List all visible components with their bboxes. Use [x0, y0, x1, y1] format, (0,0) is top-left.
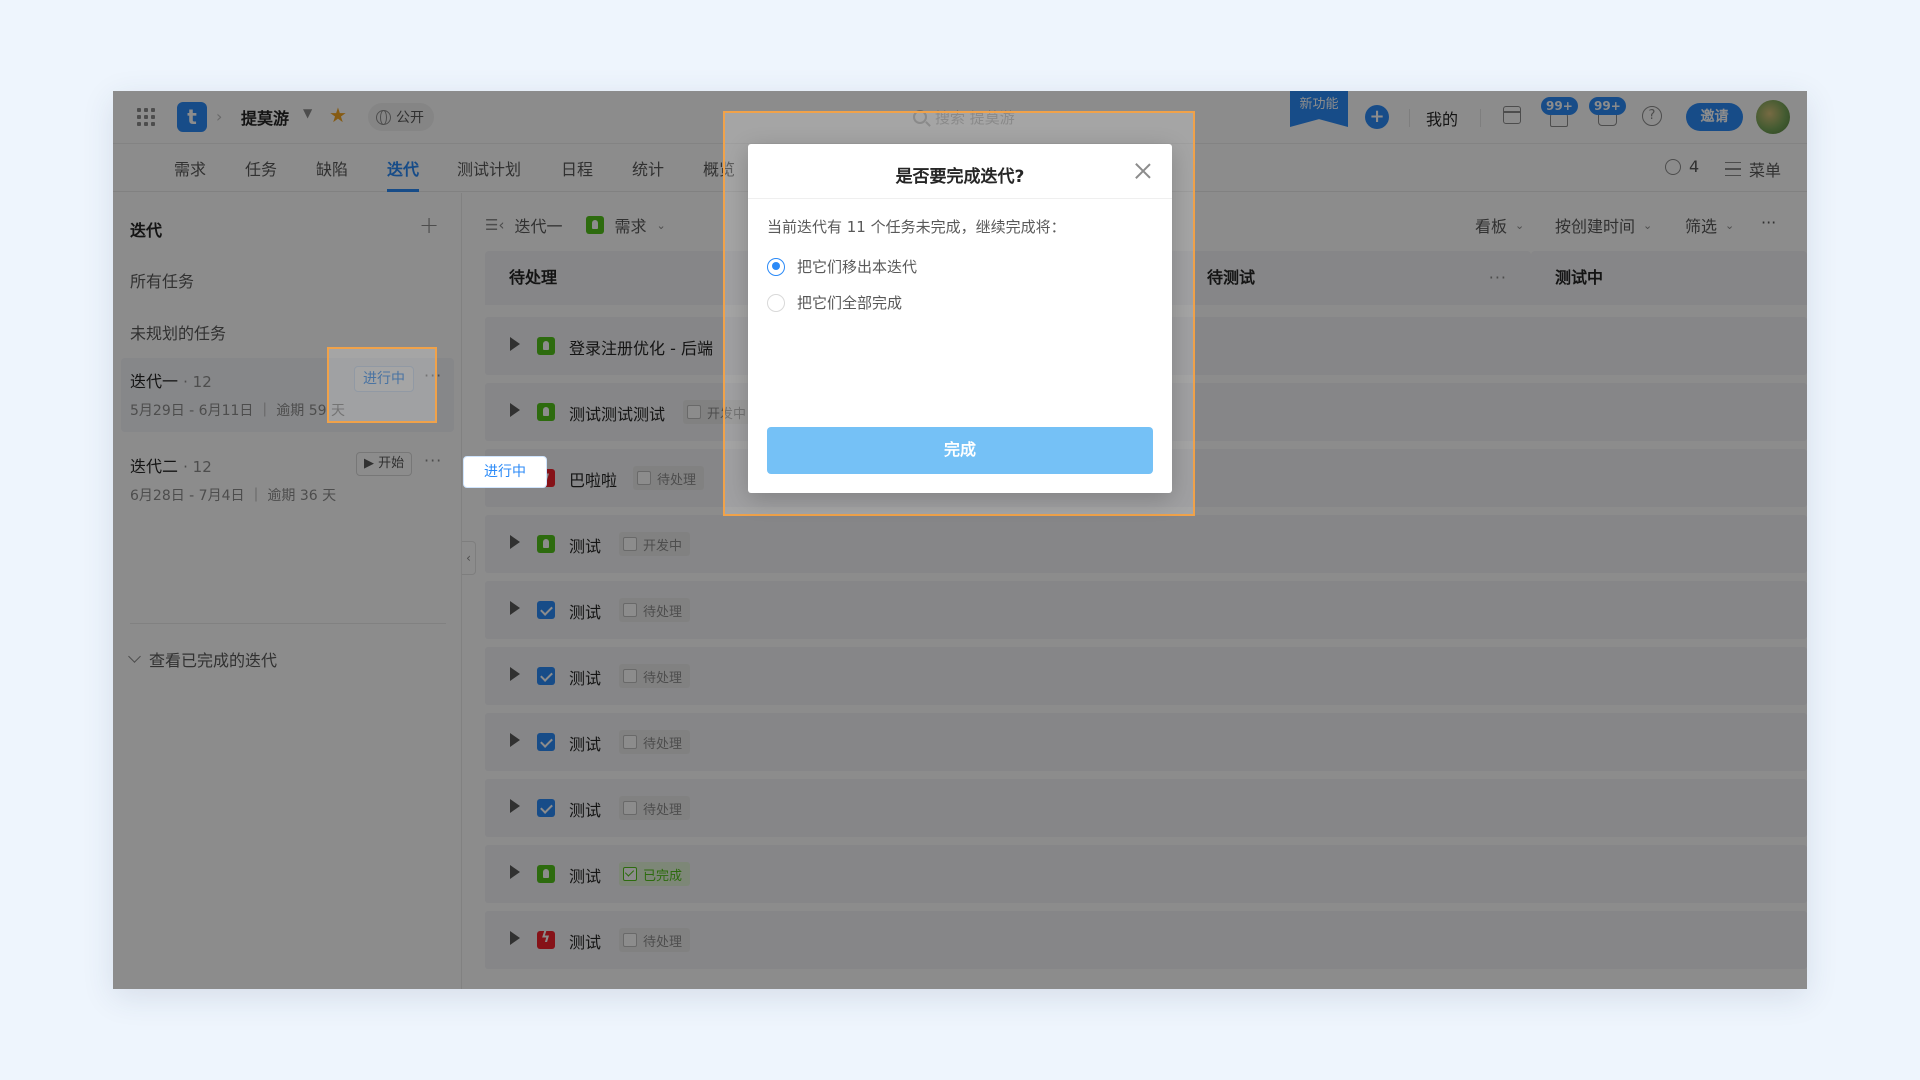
close-icon[interactable]: [1134, 162, 1152, 180]
radio-unchecked[interactable]: [767, 293, 785, 312]
divider: [748, 198, 1172, 199]
complete-iteration-dialog: 是否要完成迭代? 当前迭代有 11 个任务未完成，继续完成将： 把它们移出本迭代…: [748, 144, 1172, 493]
option-move-out[interactable]: 把它们移出本迭代: [767, 256, 917, 277]
highlight-status-tag: [327, 347, 437, 423]
option-complete-all[interactable]: 把它们全部完成: [767, 292, 902, 313]
dialog-description: 当前迭代有 11 个任务未完成，继续完成将：: [767, 218, 1066, 236]
dialog-title: 是否要完成迭代?: [895, 167, 1025, 187]
confirm-complete-button[interactable]: 完成: [767, 427, 1153, 474]
option-label: 把它们移出本迭代: [797, 258, 918, 276]
status-badge-highlighted[interactable]: 进行中: [463, 456, 547, 488]
option-label: 把它们全部完成: [797, 294, 903, 312]
radio-checked[interactable]: [767, 257, 785, 276]
